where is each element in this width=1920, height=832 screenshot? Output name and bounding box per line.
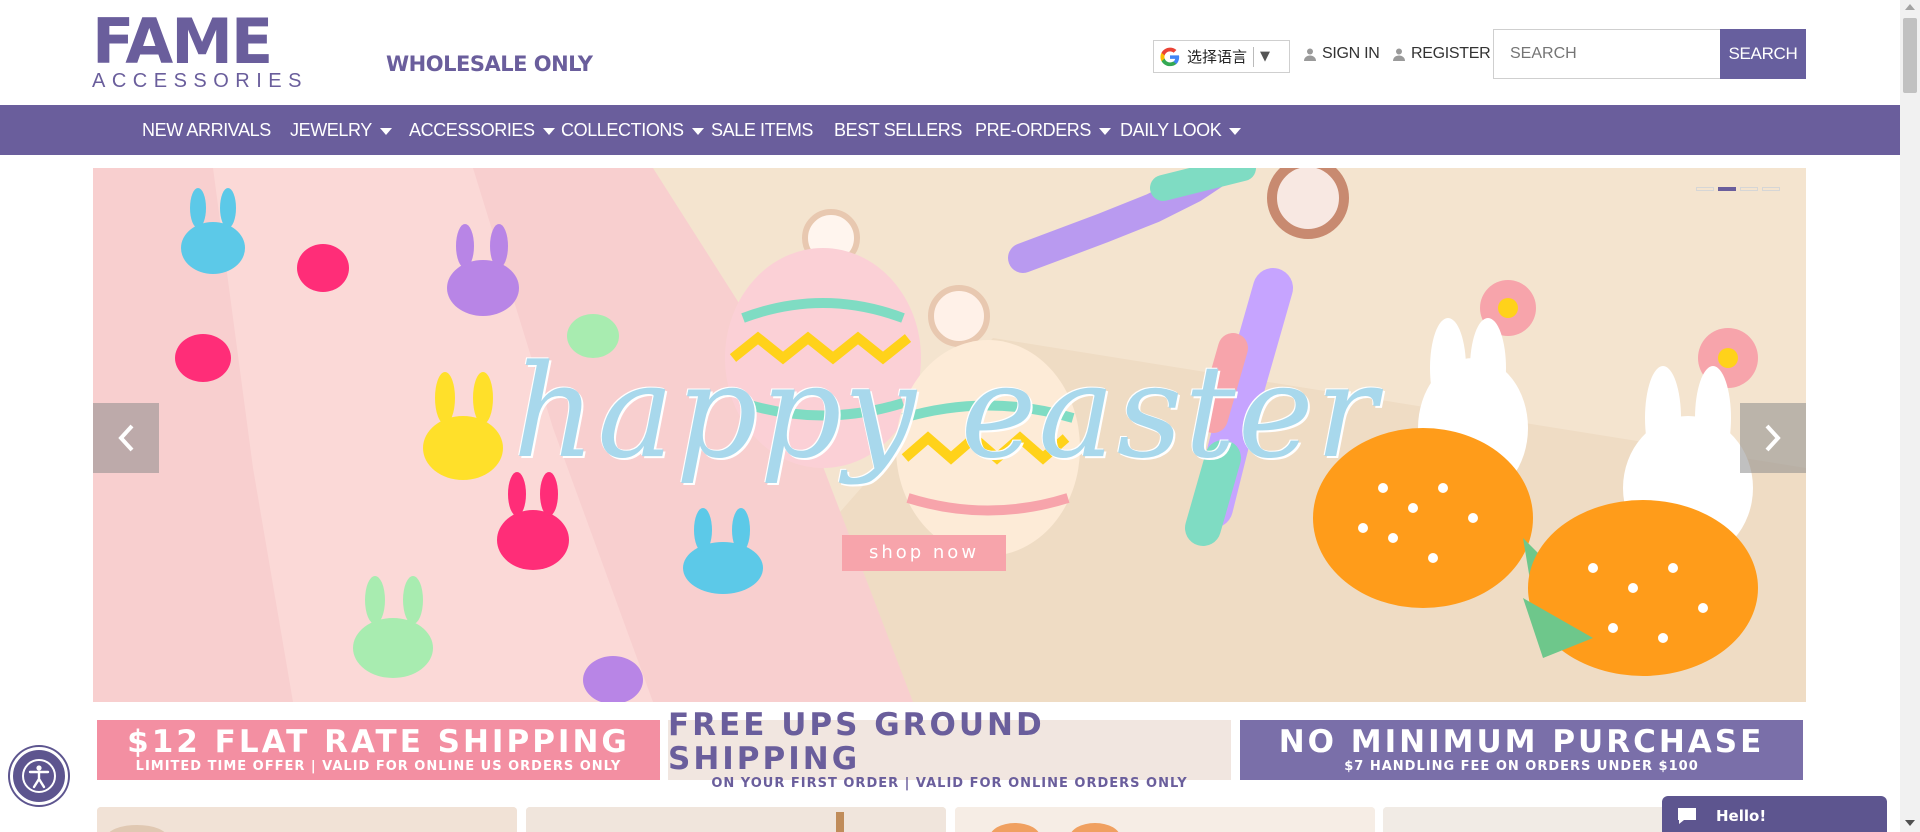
promo-headline: NO MINIMUM PURCHASE xyxy=(1278,724,1765,760)
chat-bubble-icon xyxy=(1678,808,1696,824)
chevron-right-icon xyxy=(1765,424,1781,452)
nav-item-collections[interactable]: COLLECTIONS xyxy=(561,105,704,155)
nav-label: COLLECTIONS xyxy=(561,120,684,140)
slider-dot[interactable] xyxy=(1762,187,1780,191)
nav-item-sale-items[interactable]: SALE ITEMS xyxy=(711,105,813,155)
promo-flat-rate-shipping[interactable]: $12 FLAT RATE SHIPPING LIMITED TIME OFFE… xyxy=(97,720,660,780)
nav-label: BEST SELLERS xyxy=(834,120,962,140)
nav-item-daily-look[interactable]: DAILY LOOK xyxy=(1120,105,1242,155)
slider-prev-button[interactable] xyxy=(93,403,159,473)
hero-slider[interactable]: happy easter shop now xyxy=(93,168,1806,702)
promo-no-minimum[interactable]: NO MINIMUM PURCHASE $7 HANDLING FEE ON O… xyxy=(1240,720,1803,780)
dropdown-arrow-icon: ▼ xyxy=(1260,49,1271,64)
promo-subline: $7 HANDLING FEE ON ORDERS UNDER $100 xyxy=(1344,759,1699,774)
promo-headline: FREE UPS GROUND SHIPPING xyxy=(668,707,1045,777)
logo-wordmark: FAME xyxy=(92,5,273,78)
category-tile-image xyxy=(97,807,517,832)
nav-item-jewelry[interactable]: JEWELRY xyxy=(290,105,392,155)
chat-label: Hello! xyxy=(1716,807,1767,825)
caret-down-icon xyxy=(691,127,704,135)
google-icon xyxy=(1160,47,1180,66)
promo-headline: $12 FLAT RATE SHIPPING xyxy=(127,724,630,760)
logo-subtext: ACCESSORIES xyxy=(92,70,308,92)
caret-down-icon xyxy=(542,127,555,135)
promo-subline: LIMITED TIME OFFER | VALID FOR ONLINE US… xyxy=(135,759,622,774)
site-logo[interactable]: FAME ACCESSORIES xyxy=(92,5,342,93)
sign-in-link[interactable]: SIGN IN xyxy=(1304,45,1380,63)
user-icon xyxy=(1304,48,1316,61)
slider-pagination xyxy=(1696,187,1780,191)
page-scrollbar[interactable] xyxy=(1900,0,1920,832)
search-button[interactable]: SEARCH xyxy=(1720,29,1806,79)
nav-item-pre-orders[interactable]: PRE-ORDERS xyxy=(975,105,1112,155)
language-label: 选择语言 xyxy=(1187,48,1248,66)
accessibility-button[interactable] xyxy=(10,747,68,805)
promo-subline: ON YOUR FIRST ORDER | VALID FOR ONLINE O… xyxy=(711,776,1188,791)
slider-dot[interactable] xyxy=(1696,187,1714,191)
site-header: FAME ACCESSORIES WHOLESALE ONLY 选择语言 ▼ S… xyxy=(0,0,1900,105)
category-tile-image xyxy=(526,807,946,832)
scrollbar-thumb[interactable] xyxy=(1903,18,1917,93)
nav-label: DAILY LOOK xyxy=(1120,120,1222,140)
shop-now-button[interactable]: shop now xyxy=(842,535,1006,571)
nav-label: ACCESSORIES xyxy=(409,120,535,140)
register-label: REGISTER xyxy=(1411,45,1491,62)
language-selector[interactable]: 选择语言 ▼ xyxy=(1153,40,1290,73)
nav-item-best-sellers[interactable]: BEST SELLERS xyxy=(834,105,962,155)
nav-item-accessories[interactable]: ACCESSORIES xyxy=(409,105,555,155)
nav-label: PRE-ORDERS xyxy=(975,120,1092,140)
slider-dot[interactable] xyxy=(1740,187,1758,191)
category-tile[interactable] xyxy=(97,807,517,832)
chat-widget[interactable]: Hello! xyxy=(1662,796,1887,832)
user-icon xyxy=(1393,48,1405,61)
nav-item-new-arrivals[interactable]: NEW ARRIVALS xyxy=(142,105,271,155)
nav-label: JEWELRY xyxy=(290,120,372,140)
slider-next-button[interactable] xyxy=(1740,403,1806,473)
search-input[interactable] xyxy=(1493,29,1721,79)
nav-label: SALE ITEMS xyxy=(711,120,814,140)
caret-down-icon xyxy=(1229,127,1242,135)
hero-title: happy easter xyxy=(513,338,1379,487)
caret-down-icon xyxy=(379,127,392,135)
category-tile[interactable] xyxy=(526,807,946,832)
nav-label: NEW ARRIVALS xyxy=(142,120,271,140)
accessibility-icon xyxy=(22,759,56,793)
caret-down-icon xyxy=(1099,127,1112,135)
category-tile[interactable] xyxy=(955,807,1375,832)
language-divider xyxy=(1253,46,1255,67)
wholesale-tagline: WHOLESALE ONLY xyxy=(386,52,593,76)
main-nav: NEW ARRIVALS JEWELRY ACCESSORIES COLLECT… xyxy=(0,105,1900,155)
chevron-left-icon xyxy=(118,424,134,452)
scroll-down-arrow-icon[interactable] xyxy=(1905,820,1915,826)
sign-in-label: SIGN IN xyxy=(1322,45,1380,62)
slider-dot-active[interactable] xyxy=(1718,187,1736,191)
promo-free-ups-shipping[interactable]: FREE UPS GROUND SHIPPING ON YOUR FIRST O… xyxy=(668,708,1231,791)
register-link[interactable]: REGISTER xyxy=(1393,45,1491,63)
scroll-up-arrow-icon[interactable] xyxy=(1905,4,1915,10)
category-tile-image xyxy=(955,807,1375,832)
